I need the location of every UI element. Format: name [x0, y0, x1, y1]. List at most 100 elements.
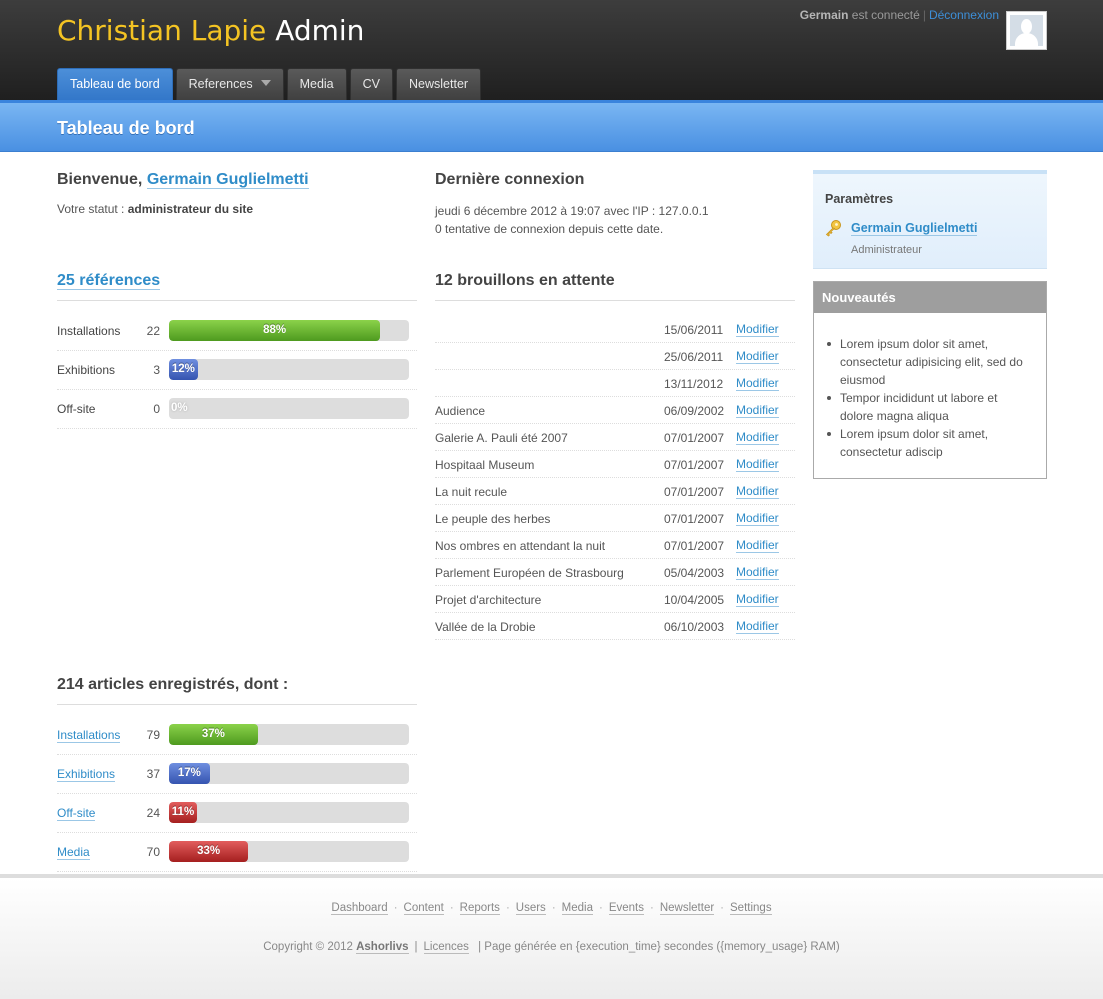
main-nav: Tableau de bord References Media CV News…	[57, 68, 484, 100]
table-row: Hospitaal Museum 07/01/2007 Modifier	[435, 451, 795, 478]
stat-label: Installations	[57, 324, 121, 338]
table-row: Projet d'architecture 10/04/2005 Modifier	[435, 586, 795, 613]
footer-link-events[interactable]: Events	[608, 902, 644, 915]
modify-link[interactable]: Modifier	[736, 566, 779, 580]
stat-label: Exhibitions	[57, 363, 116, 377]
list-item: Tempor incididunt ut labore et dolore ma…	[827, 389, 1034, 425]
stat-count: 0	[153, 402, 160, 416]
stat-row: Installations 22 88%	[57, 312, 417, 351]
footer-copyright: Copyright © 2012 Ashorlivs | Licences | Pa…	[263, 941, 840, 954]
draft-date: 07/01/2007	[664, 539, 725, 553]
draft-title: Nos ombres en attendant la nuit	[435, 539, 606, 553]
avatar[interactable]	[1006, 11, 1047, 50]
progress-bar: 11%	[169, 802, 409, 823]
modify-link[interactable]: Modifier	[736, 350, 779, 364]
chevron-down-icon	[260, 80, 271, 86]
params-panel: Paramètres Germain Guglielmetti Administ…	[813, 170, 1047, 269]
params-title: Paramètres	[825, 192, 894, 206]
key-icon	[825, 220, 841, 237]
last-login-section: Dernière connexion jeudi 6 décembre 2012…	[435, 171, 795, 238]
modify-link[interactable]: Modifier	[736, 539, 779, 553]
table-row: Le peuple des herbes 07/01/2007 Modifier	[435, 505, 795, 532]
params-user-link[interactable]: Germain Guglielmetti	[851, 221, 978, 236]
footer-link-media[interactable]: Media	[561, 902, 593, 915]
site-logo[interactable]: Christian Lapie Admin	[57, 14, 364, 47]
news-list: Lorem ipsum dolor sit amet, consectetur …	[814, 313, 1046, 461]
tab-cv[interactable]: CV	[349, 68, 394, 100]
stat-row: Exhibitions 3 12%	[57, 351, 417, 390]
footer: Dashboard · Content · Reports · Users · Media · Ev…	[0, 874, 1103, 999]
stat-row: Media 70 33%	[57, 833, 417, 872]
separator: ·	[650, 902, 654, 914]
modify-link[interactable]: Modifier	[736, 431, 779, 445]
footer-link-newsletter[interactable]: Newsletter	[659, 902, 715, 915]
params-role: Administrateur	[851, 244, 922, 256]
draft-title: Audience	[435, 404, 486, 418]
draft-title: Vallée de la Drobie	[435, 620, 536, 634]
drafts-heading: 12 brouillons en attente	[435, 272, 795, 301]
company-link[interactable]: Ashorlivs	[356, 941, 409, 954]
list-item: Lorem ipsum dolor sit amet, consectetur …	[827, 425, 1034, 461]
modify-link[interactable]: Modifier	[736, 458, 779, 472]
progress-fill: 12%	[169, 359, 198, 380]
modify-link[interactable]: Modifier	[736, 404, 779, 418]
tab-references[interactable]: References	[175, 68, 284, 100]
draft-date: 13/11/2012	[664, 377, 724, 391]
separator: ·	[598, 902, 603, 914]
draft-date: 07/01/2007	[664, 458, 725, 472]
page-title-band: Tableau de bord	[0, 100, 1103, 152]
tab-tableau-de-bord[interactable]: Tableau de bord	[57, 68, 173, 100]
drafts-section: 12 brouillons en attente 15/06/2011 Modif…	[435, 272, 795, 640]
modify-link[interactable]: Modifier	[736, 323, 779, 337]
modify-link[interactable]: Modifier	[736, 620, 779, 634]
stat-count: 37	[146, 767, 160, 781]
draft-title: Hospitaal Museum	[435, 458, 535, 472]
user-bar: Germain est connecté | Déconnexion	[800, 8, 999, 22]
stat-label-link[interactable]: Installations	[57, 728, 121, 743]
footer-link-users[interactable]: Users	[515, 902, 546, 915]
footer-link-content[interactable]: Content	[403, 902, 444, 915]
welcome-user-link[interactable]: Germain Guglielmetti	[146, 171, 309, 189]
stat-label-link[interactable]: Off-site	[57, 806, 96, 821]
stat-count: 22	[146, 324, 160, 338]
footer-link-dashboard[interactable]: Dashboard	[331, 902, 388, 915]
separator: ·	[551, 902, 556, 914]
modify-link[interactable]: Modifier	[736, 512, 779, 526]
progress-fill: 17%	[169, 763, 210, 784]
stat-count: 3	[153, 363, 160, 377]
progress-fill: 33%	[169, 841, 249, 862]
login-attempts: 0 tentative de connexion depuis cette da…	[435, 222, 664, 236]
separator: |	[922, 8, 926, 22]
news-title: Nouveautés	[814, 282, 1046, 313]
separator: ·	[449, 902, 454, 914]
logout-link[interactable]: Déconnexion	[929, 8, 999, 22]
stat-label-link[interactable]: Media	[57, 845, 90, 860]
table-row: Audience 06/09/2002 Modifier	[435, 397, 795, 424]
progress-bar: 12%	[169, 359, 409, 380]
draft-date: 05/04/2003	[664, 566, 725, 580]
references-link[interactable]: 25 références	[57, 272, 161, 290]
references-section: 25 références Installations 22 88% Exhibiti…	[57, 272, 417, 429]
tab-newsletter[interactable]: Newsletter	[396, 68, 482, 100]
stat-label: Off-site	[57, 402, 96, 416]
draft-date: 06/09/2002	[664, 404, 725, 418]
draft-date: 25/06/2011	[664, 350, 724, 364]
modify-link[interactable]: Modifier	[736, 377, 779, 391]
stat-count: 79	[146, 728, 160, 742]
footer-link-settings[interactable]: Settings	[730, 902, 772, 915]
draft-title: Galerie A. Pauli été 2007	[435, 431, 568, 445]
modify-link[interactable]: Modifier	[736, 485, 779, 499]
stat-row: Installations 79 37%	[57, 716, 417, 755]
user-status: Votre statut : administrateur du site	[57, 202, 254, 216]
footer-link-reports[interactable]: Reports	[459, 902, 500, 915]
generation-info: | Page générée en {execution_time} secon…	[478, 941, 840, 953]
draft-date: 10/04/2005	[664, 593, 725, 607]
draft-title: Le peuple des herbes	[435, 512, 551, 526]
progress-fill: 11%	[169, 802, 197, 823]
progress-bar: 33%	[169, 841, 409, 862]
licences-link[interactable]: Licences	[423, 941, 469, 954]
stat-count: 24	[146, 806, 160, 820]
stat-label-link[interactable]: Exhibitions	[57, 767, 116, 782]
modify-link[interactable]: Modifier	[736, 593, 779, 607]
tab-media[interactable]: Media	[286, 68, 347, 100]
